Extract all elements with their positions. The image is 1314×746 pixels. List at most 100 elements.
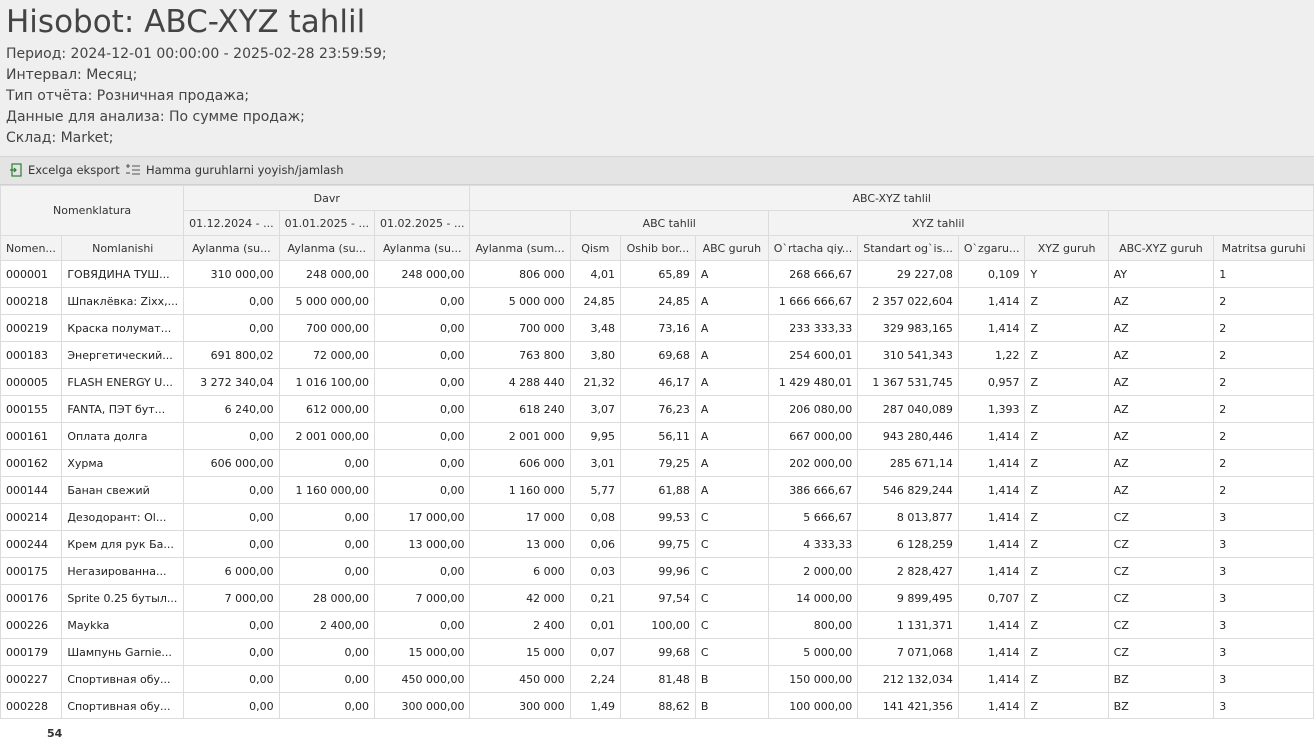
cell-col-xyz-group: Z bbox=[1024, 638, 1109, 666]
header-col-xyz-group[interactable]: XYZ guruh bbox=[1024, 235, 1109, 261]
param-period: Период: 2024-12-01 00:00:00 - 2025-02-28… bbox=[6, 46, 387, 62]
expand-collapse-groups-button[interactable]: Hamma guruhlarni yoyish/jamlash bbox=[125, 163, 344, 177]
cell-col-turnover-total: 4 288 440 bbox=[469, 368, 571, 396]
cell-col-code: 000155 bbox=[0, 395, 63, 423]
header-col-turnover-jan[interactable]: Aylanma (su... bbox=[278, 235, 376, 261]
table-row[interactable]: 000162 Хурма 606 000,00 0,00 0,00 606 000 3,01… bbox=[0, 449, 1314, 477]
cell-col-average: 254 600,01 bbox=[767, 341, 859, 369]
cell-col-std-dev: 6 128,259 bbox=[857, 530, 959, 558]
cell-col-turnover-dec: 0,00 bbox=[183, 287, 280, 315]
cell-col-xyz-group: Z bbox=[1024, 557, 1109, 585]
cell-col-turnover-feb: 0,00 bbox=[374, 287, 471, 315]
header-col-std-dev[interactable]: Standart og`is... bbox=[857, 235, 959, 261]
cell-col-xyz-group: Z bbox=[1024, 530, 1109, 558]
cell-col-variation: 1,414 bbox=[957, 422, 1026, 450]
header-col-turnover-feb[interactable]: Aylanma (su... bbox=[374, 235, 471, 261]
cell-col-abc-xyz-group: BZ bbox=[1107, 692, 1215, 719]
cell-col-turnover-total: 606 000 bbox=[469, 449, 571, 477]
cell-col-abc-xyz-group: AZ bbox=[1107, 341, 1215, 369]
cell-col-std-dev: 2 828,427 bbox=[857, 557, 959, 585]
header-col-name[interactable]: Nomlanishi bbox=[61, 235, 185, 261]
cell-col-abc-group: B bbox=[694, 692, 769, 719]
cell-col-average: 202 000,00 bbox=[767, 449, 859, 477]
expand-collapse-label: Hamma guruhlarni yoyish/jamlash bbox=[146, 163, 344, 177]
header-col-variation[interactable]: O`zgaru... bbox=[957, 235, 1026, 261]
header-period-3[interactable]: 01.02.2025 - ... bbox=[374, 210, 471, 236]
cell-col-average: 100 000,00 bbox=[767, 692, 859, 719]
cell-col-turnover-jan: 700 000,00 bbox=[278, 314, 376, 342]
cell-col-turnover-total: 1 160 000 bbox=[469, 476, 571, 504]
cell-col-turnover-feb: 0,00 bbox=[374, 557, 471, 585]
cell-col-xyz-group: Z bbox=[1024, 422, 1109, 450]
header-col-code[interactable]: Nomen... bbox=[0, 235, 63, 261]
table-row[interactable]: 000144 Банан свежий 0,00 1 160 000,00 0,00 1 … bbox=[0, 476, 1314, 504]
cell-col-code: 000175 bbox=[0, 557, 63, 585]
table-row[interactable]: 000228 Спортивная обу... 0,00 0,00 300 000,0… bbox=[0, 692, 1314, 719]
cell-col-turnover-feb: 0,00 bbox=[374, 422, 471, 450]
cell-col-abc-xyz-group: AY bbox=[1107, 260, 1215, 288]
table-row[interactable]: 000001 ГОВЯДИНА ТУШ... 310 000,00 248 000,0… bbox=[0, 260, 1314, 288]
cell-col-variation: 1,22 bbox=[957, 341, 1026, 369]
param-report-type: Тип отчёта: Розничная продажа; bbox=[6, 88, 250, 104]
cell-col-matrix-group: 2 bbox=[1213, 368, 1314, 396]
table-row[interactable]: 000005 FLASH ENERGY U... 3 272 340,04 1 016… bbox=[0, 368, 1314, 396]
header-col-average[interactable]: O`rtacha qiy... bbox=[767, 235, 859, 261]
cell-col-std-dev: 9 899,495 bbox=[857, 584, 959, 612]
cell-col-xyz-group: Z bbox=[1024, 449, 1109, 477]
table-row[interactable]: 000244 Крем для рук Ба... 0,00 0,00 13 000,0… bbox=[0, 530, 1314, 558]
cell-col-turnover-total: 700 000 bbox=[469, 314, 571, 342]
cell-col-code: 000161 bbox=[0, 422, 63, 450]
cell-col-name: Maykka bbox=[61, 611, 185, 639]
cell-col-turnover-jan: 612 000,00 bbox=[278, 395, 376, 423]
cell-col-matrix-group: 3 bbox=[1213, 503, 1314, 531]
cell-col-abc-group: B bbox=[694, 665, 769, 693]
cell-col-share: 24,85 bbox=[569, 287, 621, 315]
cell-col-share: 4,01 bbox=[569, 260, 621, 288]
table-row[interactable]: 000176 Sprite 0.25 бутыл... 7 000,00 28 000… bbox=[0, 584, 1314, 612]
cell-col-code: 000214 bbox=[0, 503, 63, 531]
table-row[interactable]: 000155 FANTA, ПЭТ бут... 6 240,00 612 000,0… bbox=[0, 395, 1314, 423]
cell-col-abc-group: C bbox=[694, 557, 769, 585]
table-row[interactable]: 000214 Дезодорант: Ol... 0,00 0,00 17 000,00… bbox=[0, 503, 1314, 531]
cell-col-abc-xyz-group: CZ bbox=[1107, 584, 1215, 612]
cell-col-code: 000162 bbox=[0, 449, 63, 477]
cell-col-share: 3,01 bbox=[569, 449, 621, 477]
header-period-1[interactable]: 01.12.2024 - ... bbox=[183, 210, 280, 236]
cell-col-turnover-total: 17 000 bbox=[469, 503, 571, 531]
cell-col-variation: 0,707 bbox=[957, 584, 1026, 612]
excel-export-button[interactable]: Excelga eksport bbox=[9, 163, 120, 177]
table-row[interactable]: 000183 Энергетический... 691 800,02 72 000,… bbox=[0, 341, 1314, 369]
header-col-cumulative[interactable]: Oshib bor... bbox=[619, 235, 696, 261]
table-row[interactable]: 000219 Краска полумат... 0,00 700 000,00 0,0… bbox=[0, 314, 1314, 342]
cell-col-name: Шпаклёвка: Zixx,... bbox=[61, 287, 185, 315]
cell-col-std-dev: 7 071,068 bbox=[857, 638, 959, 666]
table-row[interactable]: 000226 Maykka 0,00 2 400,00 0,00 2 400 0,01 100… bbox=[0, 611, 1314, 639]
cell-col-variation: 1,414 bbox=[957, 287, 1026, 315]
header-col-abc-group[interactable]: ABC guruh bbox=[694, 235, 769, 261]
cell-col-matrix-group: 2 bbox=[1213, 314, 1314, 342]
table-row[interactable]: 000161 Оплата долга 0,00 2 001 000,00 0,00 2 … bbox=[0, 422, 1314, 450]
cell-col-cumulative: 46,17 bbox=[619, 368, 696, 396]
table-row[interactable]: 000179 Шампунь Garnie... 0,00 0,00 15 000,00… bbox=[0, 638, 1314, 666]
cell-col-abc-xyz-group: AZ bbox=[1107, 314, 1215, 342]
header-col-turnover-dec[interactable]: Aylanma (su... bbox=[183, 235, 280, 261]
cell-col-name: ГОВЯДИНА ТУШ... bbox=[61, 260, 185, 288]
cell-col-abc-group: A bbox=[694, 422, 769, 450]
header-period-2[interactable]: 01.01.2025 - ... bbox=[278, 210, 376, 236]
cell-col-code: 000183 bbox=[0, 341, 63, 369]
table-row[interactable]: 000175 Негазированна... 6 000,00 0,00 0,00 6 … bbox=[0, 557, 1314, 585]
table-row[interactable]: 000227 Спортивная обу... 0,00 0,00 450 000,0… bbox=[0, 665, 1314, 693]
header-col-turnover-total[interactable]: Aylanma (sum... bbox=[469, 235, 571, 261]
cell-col-turnover-jan: 0,00 bbox=[278, 557, 376, 585]
table-row[interactable]: 000218 Шпаклёвка: Zixx,... 0,00 5 000 000,0… bbox=[0, 287, 1314, 315]
cell-col-xyz-group: Z bbox=[1024, 476, 1109, 504]
header-col-share[interactable]: Qism bbox=[569, 235, 621, 261]
header-col-matrix-group[interactable]: Matritsa guruhi bbox=[1213, 235, 1314, 261]
cell-col-turnover-dec: 0,00 bbox=[183, 665, 280, 693]
cell-col-turnover-jan: 2 400,00 bbox=[278, 611, 376, 639]
cell-col-std-dev: 29 227,08 bbox=[857, 260, 959, 288]
cell-col-variation: 1,414 bbox=[957, 557, 1026, 585]
cell-col-average: 1 429 480,01 bbox=[767, 368, 859, 396]
cell-col-average: 5 000,00 bbox=[767, 638, 859, 666]
header-col-abc-xyz-group[interactable]: ABC-XYZ guruh bbox=[1107, 235, 1215, 261]
